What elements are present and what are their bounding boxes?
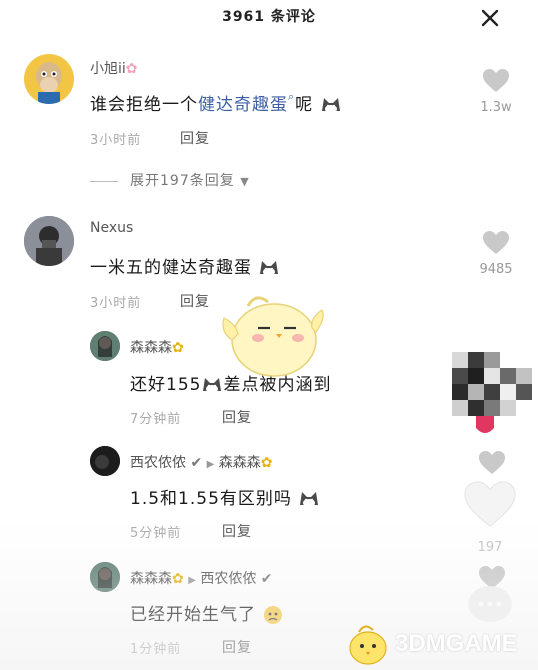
like-count: 197 — [477, 540, 503, 555]
person-avatar-icon — [90, 446, 120, 476]
avatar[interactable] — [90, 562, 120, 592]
comment-text: 一米五的健达奇趣蛋 — [90, 253, 280, 278]
comments-header: 3961 条评论 — [0, 0, 538, 34]
reply-time: 1分钟前 — [130, 642, 182, 657]
sunflower-icon: ✿ — [172, 340, 184, 356]
comment-count: 3961 — [222, 9, 266, 25]
reply-button[interactable]: 回复 — [222, 521, 252, 541]
like-count: 9485 — [479, 262, 513, 277]
reply-target[interactable]: 森森森 — [219, 455, 261, 471]
large-heart-icon — [464, 481, 516, 527]
like-button[interactable]: 9485 — [466, 230, 526, 277]
heart-icon — [483, 69, 509, 92]
reply-author[interactable]: 西农侬侬 ✔ ▶ 森森森✿ — [130, 452, 273, 472]
comment-count-title: 3961 条评论 — [0, 6, 538, 26]
divider-line — [90, 180, 118, 182]
reply-button[interactable]: 回复 — [222, 407, 252, 427]
comment-count-suffix: 条评论 — [270, 9, 316, 25]
reply-button[interactable]: 回复 — [180, 291, 210, 311]
heart-icon — [483, 231, 509, 254]
like-button[interactable]: 1.3w — [466, 68, 526, 115]
ape-avatar-icon — [36, 62, 62, 104]
husky-emoji-icon — [260, 261, 279, 276]
chevron-down-icon: ▼ — [240, 175, 250, 188]
heart-icon — [479, 451, 505, 474]
reply-button[interactable]: 回复 — [180, 128, 210, 148]
reply-button[interactable]: 回复 — [222, 637, 252, 657]
watermark-text: 3DMGAME — [395, 630, 518, 657]
avatar[interactable] — [90, 446, 120, 476]
avatar[interactable] — [24, 216, 74, 266]
like-button[interactable] — [462, 450, 522, 480]
husky-emoji-icon — [300, 492, 319, 507]
verified-check-icon: ✔ — [260, 571, 273, 587]
like-count-box: 197 — [460, 538, 520, 555]
avatar[interactable] — [90, 331, 120, 361]
verified-check-icon: ✔ — [190, 455, 203, 471]
comment-author[interactable]: Nexus — [90, 220, 133, 236]
share-bubble-icon[interactable] — [466, 584, 514, 624]
play-arrow-icon: ▶ — [206, 459, 215, 470]
reply-author[interactable]: 森森森✿ ▶ 西农侬侬 ✔ — [130, 568, 273, 588]
comment-text: 谁会拒绝一个健达奇趣蛋⌕呢 — [90, 90, 342, 115]
comment-time: 3小时前 — [90, 296, 142, 311]
husky-emoji-icon — [321, 98, 340, 113]
mascot-logo-icon — [349, 625, 387, 665]
angry-face-emoji-icon — [264, 606, 283, 624]
pixelated-sticker — [452, 352, 532, 433]
person-avatar-icon — [90, 562, 120, 592]
person-avatar-icon — [90, 331, 120, 361]
comment-time: 3小时前 — [90, 133, 142, 148]
site-watermark: 3DMGAME — [345, 620, 535, 668]
reply-time: 5分钟前 — [130, 526, 182, 541]
reply-author[interactable]: 森森森✿ — [130, 337, 184, 357]
close-icon[interactable] — [480, 8, 500, 28]
reply-target[interactable]: 西农侬侬 — [200, 571, 256, 587]
reply-text: 已经开始生气了 — [130, 600, 284, 625]
comment-author[interactable]: 小旭ii✿ — [90, 58, 138, 78]
hashtag-link[interactable]: 健达奇趣蛋 — [198, 95, 288, 115]
avatar[interactable] — [24, 54, 74, 104]
sunflower-icon: ✿ — [172, 571, 184, 587]
like-count: 1.3w — [480, 100, 512, 115]
sakura-icon: ✿ — [125, 61, 138, 77]
play-arrow-icon: ▶ — [188, 575, 196, 586]
person-avatar-icon — [24, 216, 74, 266]
expand-replies-button[interactable]: 展开197条回复 ▼ — [90, 170, 250, 190]
reply-text: 1.5和1.55有区别吗 — [130, 484, 320, 509]
reply-time: 7分钟前 — [130, 412, 182, 427]
sunflower-icon: ✿ — [260, 455, 273, 471]
chick-cartoon-sticker — [222, 296, 324, 377]
